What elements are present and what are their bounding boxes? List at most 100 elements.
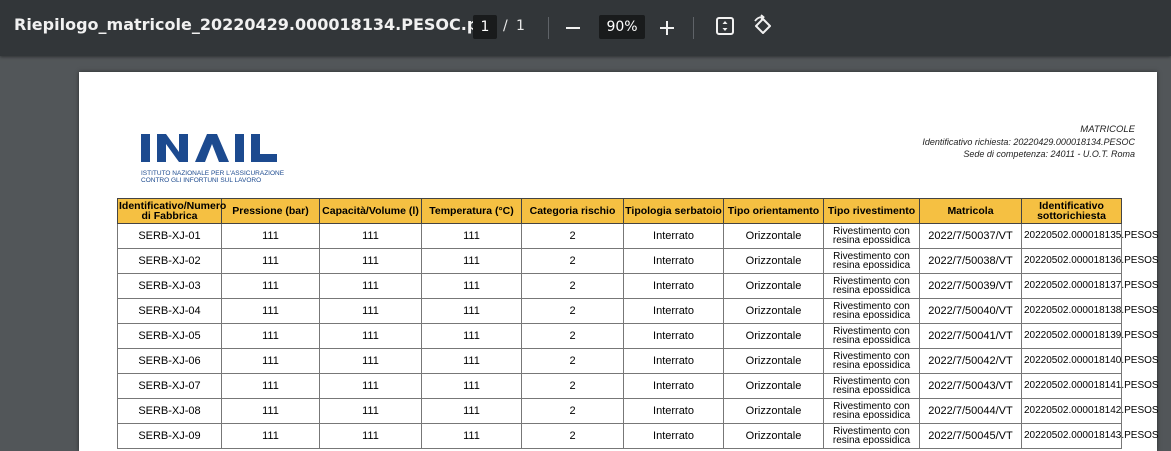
table-cell: Rivestimento con resina epossidica — [823, 423, 920, 449]
table-cell: 111 — [319, 373, 422, 399]
table-cell: Interrato — [623, 298, 724, 324]
table-cell: 111 — [221, 323, 320, 349]
table-cell: Orizzontale — [723, 298, 824, 324]
table-cell: 111 — [421, 248, 522, 274]
table-row: SERB-XJ-01 111 111 111 2 Interrato Orizzontale… — [117, 223, 1159, 249]
table-cell: 2 — [521, 273, 624, 299]
table-cell: Orizzontale — [723, 323, 824, 349]
table-cell: 111 — [421, 323, 522, 349]
table-cell: Interrato — [623, 248, 724, 274]
table-cell: Orizzontale — [723, 273, 824, 299]
table-cell: 2022/7/50038/VT — [919, 248, 1022, 274]
table-cell: 20220502.000018141.PESOS — [1021, 373, 1159, 399]
table-cell: 111 — [319, 323, 422, 349]
table-cell: 2 — [521, 348, 624, 374]
table-cell: Rivestimento con resina epossidica — [823, 348, 920, 374]
table-cell: 2 — [521, 423, 624, 449]
table-cell: 111 — [221, 223, 320, 249]
fit-to-page-icon[interactable] — [713, 14, 737, 38]
rotate-icon[interactable] — [751, 14, 775, 38]
zoom-in-button[interactable] — [657, 14, 677, 40]
table-cell: 111 — [221, 423, 320, 449]
table-cell: 2022/7/50044/VT — [919, 398, 1022, 424]
table-row: SERB-XJ-09 111 111 111 2 Interrato Orizzontale… — [117, 423, 1159, 449]
logo-subtitle-line2: CONTRO GLI INFORTUNI SUL LAVORO — [141, 177, 262, 184]
competence-office: Sede di competenza: 24011 - U.O.T. Roma — [963, 149, 1135, 159]
table-cell: Rivestimento con resina epossidica — [823, 323, 920, 349]
pdf-toolbar: Riepilogo_matricole_20220429.000018134.P… — [0, 0, 1171, 56]
table-cell: SERB-XJ-05 — [117, 323, 222, 349]
page-number-input[interactable]: 1 — [473, 15, 497, 39]
table-cell: 2022/7/50041/VT — [919, 323, 1022, 349]
table-cell: 111 — [319, 223, 422, 249]
table-cell: 2 — [521, 398, 624, 424]
table-cell: 111 — [421, 398, 522, 424]
table-cell: Interrato — [623, 273, 724, 299]
table-cell: 2022/7/50037/VT — [919, 223, 1022, 249]
table-cell: 20220502.000018138.PESOS — [1021, 298, 1159, 324]
matricole-table: Identificativo/Numero di Fabbrica Pressio… — [117, 198, 1159, 449]
toolbar-divider — [548, 17, 549, 39]
table-cell: 20220502.000018143.PESOS — [1021, 423, 1159, 449]
table-cell: Interrato — [623, 348, 724, 374]
column-header: Capacità/Volume (l) — [319, 198, 422, 224]
table-cell: Orizzontale — [723, 398, 824, 424]
table-row: SERB-XJ-05 111 111 111 2 Interrato Orizzontale… — [117, 323, 1159, 349]
table-cell: 20220502.000018139.PESOS — [1021, 323, 1159, 349]
table-cell: 111 — [221, 348, 320, 374]
zoom-level-input[interactable]: 90% — [599, 15, 645, 39]
table-row: SERB-XJ-02 111 111 111 2 Interrato Orizzontale… — [117, 248, 1159, 274]
table-cell: 111 — [319, 298, 422, 324]
table-cell: 111 — [421, 373, 522, 399]
table-cell: 20220502.000018137.PESOS — [1021, 273, 1159, 299]
table-cell: 20220502.000018142.PESOS — [1021, 398, 1159, 424]
table-cell: 111 — [221, 248, 320, 274]
table-cell: 111 — [319, 398, 422, 424]
table-row: SERB-XJ-06 111 111 111 2 Interrato Orizzontale… — [117, 348, 1159, 374]
table-cell: 111 — [421, 348, 522, 374]
table-cell: Rivestimento con resina epossidica — [823, 298, 920, 324]
inail-logo-mark — [141, 134, 277, 162]
column-header: Identificativo sottorichiesta — [1021, 198, 1122, 224]
table-cell: Interrato — [623, 323, 724, 349]
table-cell: Rivestimento con resina epossidica — [823, 273, 920, 299]
table-cell: Interrato — [623, 373, 724, 399]
table-cell: 20220502.000018140.PESOS — [1021, 348, 1159, 374]
table-cell: 111 — [319, 248, 422, 274]
column-header: Pressione (bar) — [221, 198, 320, 224]
table-cell: SERB-XJ-09 — [117, 423, 222, 449]
table-cell: Orizzontale — [723, 423, 824, 449]
table-cell: 2022/7/50043/VT — [919, 373, 1022, 399]
document-title: Riepilogo_matricole_20220429.000018134.P… — [14, 15, 497, 34]
column-header: Matricola — [919, 198, 1022, 224]
table-cell: 2022/7/50039/VT — [919, 273, 1022, 299]
column-header: Tipo orientamento — [723, 198, 824, 224]
column-header: Categoria rischio — [521, 198, 624, 224]
table-cell: Rivestimento con resina epossidica — [823, 248, 920, 274]
table-cell: SERB-XJ-06 — [117, 348, 222, 374]
table-cell: Interrato — [623, 223, 724, 249]
table-cell: 111 — [421, 423, 522, 449]
table-cell: Orizzontale — [723, 373, 824, 399]
zoom-out-button[interactable] — [563, 14, 583, 40]
table-cell: 2022/7/50040/VT — [919, 298, 1022, 324]
table-cell: 111 — [221, 273, 320, 299]
table-cell: 111 — [421, 223, 522, 249]
table-cell: 2 — [521, 323, 624, 349]
table-cell: 2 — [521, 373, 624, 399]
table-cell: 111 — [221, 373, 320, 399]
table-row: SERB-XJ-07 111 111 111 2 Interrato Orizzontale… — [117, 373, 1159, 399]
table-cell: 2022/7/50042/VT — [919, 348, 1022, 374]
table-cell: 111 — [221, 398, 320, 424]
table-cell: 2 — [521, 248, 624, 274]
table-header-row: Identificativo/Numero di Fabbrica Pressio… — [117, 198, 1122, 224]
table-cell: 2022/7/50045/VT — [919, 423, 1022, 449]
table-cell: SERB-XJ-02 — [117, 248, 222, 274]
table-cell: 111 — [319, 273, 422, 299]
table-cell: 111 — [319, 348, 422, 374]
table-cell: Rivestimento con resina epossidica — [823, 398, 920, 424]
table-cell: 20220502.000018135.PESOS — [1021, 223, 1159, 249]
request-id: Identificativo richiesta: 20220429.00001… — [922, 137, 1135, 147]
table-cell: SERB-XJ-04 — [117, 298, 222, 324]
table-cell: 111 — [221, 298, 320, 324]
